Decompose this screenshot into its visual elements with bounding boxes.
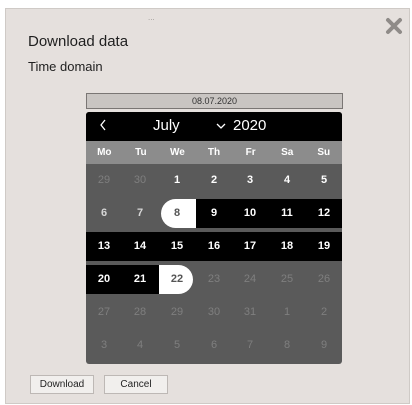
calendar-popup: July 2020 Mo Tu We Th Fr Sa Su 29 30 1 2… bbox=[86, 112, 342, 364]
week-row: 13 14 15 16 17 18 19 bbox=[86, 230, 342, 263]
month-select[interactable]: July bbox=[153, 117, 180, 134]
range-end-day[interactable]: 22 bbox=[159, 263, 195, 296]
week-row: 20 21 22 23 24 25 26 bbox=[86, 263, 342, 296]
range-end-label: 22 bbox=[170, 273, 184, 285]
day-cell[interactable]: 6 bbox=[196, 329, 232, 362]
weekday-row: Mo Tu We Th Fr Sa Su bbox=[86, 141, 342, 164]
day-cell[interactable]: 14 bbox=[122, 230, 158, 263]
day-cell[interactable]: 25 bbox=[269, 263, 305, 296]
day-cell[interactable]: 23 bbox=[196, 263, 232, 296]
weekday-tu: Tu bbox=[135, 147, 147, 158]
day-cell[interactable]: 4 bbox=[122, 329, 158, 362]
day-cell[interactable]: 2 bbox=[196, 164, 232, 197]
day-cell[interactable]: 4 bbox=[269, 164, 305, 197]
close-icon[interactable] bbox=[385, 17, 403, 35]
day-cell[interactable]: 13 bbox=[86, 230, 122, 263]
day-cell[interactable]: 26 bbox=[306, 263, 342, 296]
day-cell[interactable]: 11 bbox=[269, 197, 305, 230]
weekday-we: We bbox=[170, 147, 185, 158]
top-mark: ... bbox=[148, 13, 155, 22]
week-row: 3 4 5 6 7 8 9 bbox=[86, 329, 342, 362]
day-cell[interactable]: 20 bbox=[86, 263, 122, 296]
day-cell[interactable]: 28 bbox=[122, 296, 158, 329]
chevron-left-icon[interactable] bbox=[98, 118, 108, 132]
day-cell[interactable]: 24 bbox=[232, 263, 268, 296]
chevron-down-icon[interactable] bbox=[216, 122, 226, 130]
day-cell[interactable]: 31 bbox=[232, 296, 268, 329]
range-start-label: 8 bbox=[173, 207, 181, 219]
range-start-day[interactable]: 8 bbox=[159, 197, 196, 230]
section-label: Time domain bbox=[28, 59, 103, 74]
day-cell[interactable]: 5 bbox=[306, 164, 342, 197]
day-cell[interactable]: 29 bbox=[86, 164, 122, 197]
day-cell[interactable]: 2 bbox=[306, 296, 342, 329]
day-cell[interactable]: 17 bbox=[232, 230, 268, 263]
day-cell[interactable]: 29 bbox=[159, 296, 195, 329]
day-cell[interactable]: 8 bbox=[269, 329, 305, 362]
day-cell[interactable]: 1 bbox=[159, 164, 195, 197]
weekday-th: Th bbox=[207, 147, 221, 158]
day-cell[interactable]: 7 bbox=[232, 329, 268, 362]
calendar-header: July 2020 bbox=[86, 112, 342, 141]
day-cell[interactable]: 3 bbox=[232, 164, 268, 197]
weekday-mo: Mo bbox=[97, 147, 112, 158]
cancel-button[interactable]: Cancel bbox=[104, 375, 168, 394]
day-cell[interactable]: 15 bbox=[159, 230, 195, 263]
weekday-su: Su bbox=[317, 147, 331, 158]
day-cell[interactable]: 21 bbox=[122, 263, 158, 296]
week-row: 27 28 29 30 31 1 2 bbox=[86, 296, 342, 329]
day-cell[interactable]: 7 bbox=[122, 197, 158, 230]
date-input[interactable]: 08.07.2020 bbox=[86, 93, 343, 109]
weekday-sa: Sa bbox=[281, 147, 294, 158]
week-row: 6 7 8 9 10 11 12 bbox=[86, 197, 342, 230]
download-button[interactable]: Download bbox=[30, 375, 94, 394]
day-cell[interactable]: 18 bbox=[269, 230, 305, 263]
day-cell[interactable]: 30 bbox=[196, 296, 232, 329]
day-cell[interactable]: 19 bbox=[306, 230, 342, 263]
week-row: 29 30 1 2 3 4 5 bbox=[86, 164, 342, 197]
day-cell[interactable]: 16 bbox=[196, 230, 232, 263]
day-cell[interactable]: 30 bbox=[122, 164, 158, 197]
day-cell[interactable]: 12 bbox=[306, 197, 342, 230]
weekday-fr: Fr bbox=[245, 147, 256, 158]
day-cell[interactable]: 9 bbox=[306, 329, 342, 362]
dialog-title: Download data bbox=[28, 33, 129, 50]
day-cell[interactable]: 3 bbox=[86, 329, 122, 362]
day-cell[interactable]: 5 bbox=[159, 329, 195, 362]
download-dialog: ... Download data Time domain 08.07.2020… bbox=[5, 8, 410, 404]
day-cell[interactable]: 10 bbox=[232, 197, 268, 230]
day-cell[interactable]: 9 bbox=[196, 197, 232, 230]
day-cell[interactable]: 27 bbox=[86, 296, 122, 329]
day-cell[interactable]: 6 bbox=[86, 197, 122, 230]
year-select[interactable]: 2020 bbox=[233, 117, 266, 134]
day-cell[interactable]: 1 bbox=[269, 296, 305, 329]
